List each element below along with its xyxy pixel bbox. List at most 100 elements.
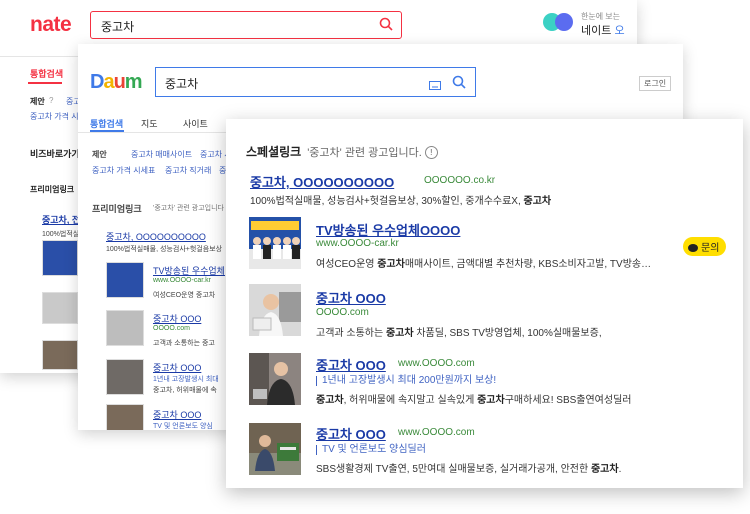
ad-desc-text: 여성CEO운영 xyxy=(316,259,378,270)
ad-title[interactable]: 중고차 OOO xyxy=(316,288,386,307)
nate-promo-accent: 오 xyxy=(614,25,625,37)
special-link-panel: 스페셜링크 '중고차' 관련 광고입니다.! 중고차, OOOOOOOOOO OO… xyxy=(226,119,743,488)
ad-title[interactable]: 중고차 OOO xyxy=(316,424,386,443)
ad-title[interactable]: 중고차, OOOOOOOOOO xyxy=(250,172,394,191)
ad-url[interactable]: www.OOOO.com xyxy=(398,358,475,369)
daum-logo-letter: a xyxy=(103,71,114,93)
ad-url[interactable]: www.OOOO.com xyxy=(398,427,475,438)
ad-highlight[interactable]: TV 및 언론보도 양심딜러 xyxy=(316,445,426,455)
ad-desc-text: 매매사이트, 금액대별 추천차량, KBS소비자고발, TV방송… xyxy=(404,259,652,270)
biz-section-title: 비즈바로가기 xyxy=(30,149,80,159)
daum-logo-letter: m xyxy=(124,71,143,93)
ad-desc-keyword: 중고차 xyxy=(477,395,505,406)
nate-app-icon[interactable] xyxy=(543,13,575,31)
daum-logo-letter: u xyxy=(113,71,126,93)
tab-underline xyxy=(90,130,124,132)
ad-highlight[interactable]: 1년내 고장발생시 최대 200만원까지 보상! xyxy=(316,376,496,386)
daum-logo[interactable]: Daum xyxy=(90,71,143,94)
nate-promo-label: 네이트 xyxy=(581,25,612,37)
ad-desc-keyword: 중고차 xyxy=(523,196,552,207)
daum-result-desc: 중고차, 허위매물에 속 xyxy=(153,387,217,394)
suggest-label: 제안 xyxy=(30,97,45,106)
ad-thumbnail[interactable] xyxy=(249,284,301,336)
ad-desc: 100%법적실매물, 성능검사+헛걸음보상, 30%할인, 중개수수료X, 중고… xyxy=(250,192,551,207)
nate-search-input[interactable]: 중고차 xyxy=(90,11,402,39)
ad-desc-text: 차품딜, SBS TV방영업체, 100%실매물보증, xyxy=(413,328,602,339)
daum-thumb-3[interactable] xyxy=(106,359,144,395)
tab-integrated-search[interactable]: 통합검색 xyxy=(90,117,123,130)
premium-section-sub: '중고차' 관련 광고입니다 xyxy=(153,205,224,212)
ad-url[interactable]: OOOOOO.co.kr xyxy=(424,175,495,186)
ad-desc-text: SBS생활경제 TV출연, 5만여대 실매물보증, 실거래가공개, 안전한 xyxy=(316,464,591,475)
premium-section-title: 프리미엄링크 xyxy=(30,185,75,194)
tab-integrated-search[interactable]: 통합검색 xyxy=(30,67,63,80)
daum-result-title[interactable]: 중고차 OOO xyxy=(153,312,201,325)
ad-thumbnail[interactable] xyxy=(249,423,301,475)
daum-thumb-2[interactable] xyxy=(106,310,144,346)
daum-result-desc: 여성CEO운영 중고차 xyxy=(153,292,216,299)
ad-desc-text: 고객과 소통하는 xyxy=(316,328,386,339)
nate-logo[interactable]: nate xyxy=(30,13,72,37)
tab-map[interactable]: 지도 xyxy=(141,117,158,130)
inquiry-label: 문의 xyxy=(701,243,720,254)
panel-header: 스페셜링크 '중고차' 관련 광고입니다.! xyxy=(246,143,438,160)
ad-desc-keyword: 중고차 xyxy=(377,259,405,270)
suggest-item[interactable]: 중고차 직거래 xyxy=(165,165,211,176)
nate-result-title[interactable]: 중고차, 전 xyxy=(42,213,80,226)
search-icon[interactable] xyxy=(379,17,393,36)
daum-result-title[interactable]: 중고차, OOOOOOOOOO xyxy=(106,230,206,243)
nate-promo-small: 한눈에 보는 xyxy=(581,12,621,21)
help-icon[interactable]: ? xyxy=(49,96,53,105)
ad-desc: 중고차, 허위매물에 속지말고 실속있게 중고차구매하세요! SBS출연여성딜러 xyxy=(316,391,632,406)
chat-bubble-icon xyxy=(688,244,698,252)
premium-section-title: 프리미엄링크 xyxy=(92,204,142,214)
ad-title[interactable]: 중고차 OOO xyxy=(316,355,386,374)
ad-desc-text: . xyxy=(618,464,622,475)
search-icon[interactable] xyxy=(452,75,466,94)
ad-title[interactable]: TV방송된 우수업체OOOO xyxy=(316,220,460,239)
nate-result-desc: 100%법적실 xyxy=(42,231,80,238)
suggest-item[interactable]: 중고차 가격 시세표 xyxy=(92,165,155,176)
daum-result-title[interactable]: 중고차 OOO xyxy=(153,361,201,374)
tab-underline xyxy=(28,82,62,84)
panel-subtitle: '중고차' 관련 광고입니다. xyxy=(307,147,422,159)
ad-desc-text: , 허위매물에 속지말고 실속있게 xyxy=(343,395,478,406)
daum-thumb-1[interactable] xyxy=(106,262,144,298)
info-icon[interactable]: ! xyxy=(424,146,438,159)
daum-result-desc: 고객과 소통하는 중고 xyxy=(153,340,215,347)
daum-thumb-4[interactable] xyxy=(106,404,144,430)
nate-thumb-1[interactable] xyxy=(42,240,78,276)
daum-result-title[interactable]: TV방송된 우수업체 xyxy=(153,264,225,277)
ad-desc-keyword: 중고차 xyxy=(590,464,619,475)
ad-desc: 여성CEO운영 중고차매매사이트, 금액대별 추천차량, KBS소비자고발, T… xyxy=(316,255,651,270)
ad-desc-keyword: 중고차 xyxy=(316,395,344,406)
ad-url[interactable]: www.OOOO-car.kr xyxy=(316,238,399,249)
daum-result-url: www.OOOO-car.kr xyxy=(153,277,211,284)
tab-site[interactable]: 사이트 xyxy=(183,117,208,130)
suggest-item[interactable]: 중고차 매매사이트 xyxy=(131,149,192,160)
ad-desc: SBS생활경제 TV출연, 5만여대 실매물보증, 실거래가공개, 안전한 중고… xyxy=(316,460,621,475)
suggest-label: 제안 xyxy=(92,150,107,159)
ad-url[interactable]: OOOO.com xyxy=(316,307,369,318)
ad-thumbnail[interactable] xyxy=(249,353,301,405)
ad-desc: 고객과 소통하는 중고차 차품딜, SBS TV방영업체, 100%실매물보증, xyxy=(316,324,602,339)
daum-logo-letter: D xyxy=(90,71,104,93)
daum-result-url: OOOO.com xyxy=(153,325,190,332)
nate-thumb-3[interactable] xyxy=(42,340,78,370)
daum-result-desc: TV 및 언론보도 양심 xyxy=(153,423,213,430)
nate-thumb-2[interactable] xyxy=(42,292,78,324)
ad-desc-text: 100%법적실매물, 성능검사+헛걸음보상, 30%할인, 중개수수료X, xyxy=(250,196,524,207)
ad-thumbnail[interactable] xyxy=(249,217,301,269)
daum-search-query: 중고차 xyxy=(165,77,199,91)
daum-search-input[interactable]: 중고차 xyxy=(155,67,476,97)
inquiry-button[interactable]: 문의 xyxy=(683,237,727,256)
daum-result-desc: 100%법적실매물, 성능검사+헛걸음보상 xyxy=(106,246,223,253)
keyboard-icon[interactable] xyxy=(429,77,441,95)
login-button[interactable]: 로그인 xyxy=(639,76,672,91)
daum-result-desc: 1년내 고장발생시 최대 xyxy=(153,376,219,383)
panel-title: 스페셜링크 xyxy=(246,145,302,159)
nate-search-query: 중고차 xyxy=(101,20,135,34)
ad-desc-keyword: 중고차 xyxy=(385,328,414,339)
nate-promo-link[interactable]: 네이트 오 xyxy=(581,22,625,38)
daum-result-title[interactable]: 중고차 OOO xyxy=(153,408,201,421)
